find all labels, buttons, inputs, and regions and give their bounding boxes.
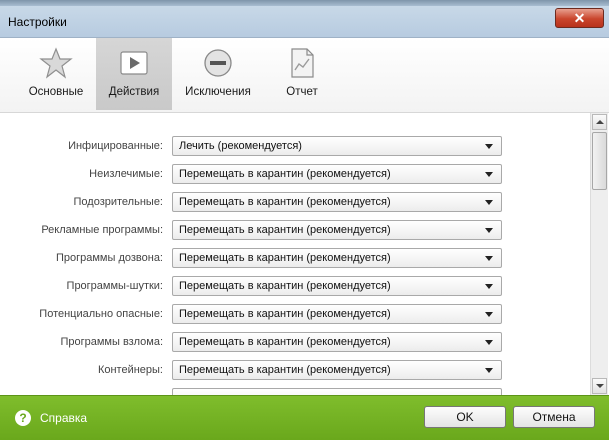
dropdown-arrow-icon xyxy=(485,368,493,373)
action-label: Программы дозвона: xyxy=(55,252,163,264)
action-row-hacktools: Программы взлома: Перемещать в карантин … xyxy=(8,331,589,355)
action-label: Программы взлома: xyxy=(60,336,163,348)
dialog-footer: ? Справка OK Отмена xyxy=(0,395,609,440)
action-label: Программы-шутки: xyxy=(66,280,163,292)
tab-exclusions[interactable]: Исключения xyxy=(178,38,258,110)
dropdown-arrow-icon xyxy=(485,200,493,205)
select-value: Перемещать в карантин (рекомендуется) xyxy=(179,252,391,264)
select-value: Перемещать в карантин (рекомендуется) xyxy=(179,280,391,292)
minus-circle-icon xyxy=(204,49,232,77)
action-label: Рекламные программы: xyxy=(41,224,163,236)
select-value: Перемещать в карантин (рекомендуется) xyxy=(179,168,391,180)
close-button[interactable]: ✕ xyxy=(555,8,604,28)
action-row-infected: Инфицированные: Лечить (рекомендуется) xyxy=(8,135,589,159)
cancel-button[interactable]: Отмена xyxy=(513,406,595,428)
ok-button[interactable]: OK xyxy=(424,406,506,428)
action-select-infected[interactable]: Лечить (рекомендуется) xyxy=(172,136,502,156)
action-select-containers[interactable]: Перемещать в карантин (рекомендуется) xyxy=(172,360,502,380)
action-row-containers: Контейнеры: Перемещать в карантин (реком… xyxy=(8,359,589,383)
action-row-suspicious: Подозрительные: Перемещать в карантин (р… xyxy=(8,191,589,215)
select-value: Лечить (рекомендуется) xyxy=(179,140,302,152)
action-label: Потенциально опасные: xyxy=(39,308,163,320)
actions-panel: Инфицированные: Лечить (рекомендуется) Н… xyxy=(8,113,589,395)
play-icon xyxy=(120,51,148,75)
action-row-jokes: Программы-шутки: Перемещать в карантин (… xyxy=(8,275,589,299)
action-select-hacktools[interactable]: Перемещать в карантин (рекомендуется) xyxy=(172,332,502,352)
tab-label: Основные xyxy=(28,86,84,98)
arrow-up-icon xyxy=(596,120,604,124)
help-icon[interactable]: ? xyxy=(15,410,31,426)
action-label: Инфицированные: xyxy=(68,140,163,152)
scroll-thumb[interactable] xyxy=(592,132,607,190)
action-row-incurable: Неизлечимые: Перемещать в карантин (реко… xyxy=(8,163,589,187)
arrow-down-icon xyxy=(596,384,604,388)
dropdown-arrow-icon xyxy=(485,312,493,317)
report-icon xyxy=(291,48,314,78)
window-title: Настройки xyxy=(8,15,67,29)
settings-toolbar: Основные Действия Исключения Отчет xyxy=(0,38,609,113)
action-select-riskware[interactable]: Перемещать в карантин (рекомендуется) xyxy=(172,304,502,324)
action-select-incurable[interactable]: Перемещать в карантин (рекомендуется) xyxy=(172,164,502,184)
action-select-partial[interactable] xyxy=(172,388,502,395)
dropdown-arrow-icon xyxy=(485,172,493,177)
help-link[interactable]: Справка xyxy=(40,411,87,425)
action-row-partial xyxy=(8,387,589,395)
dropdown-arrow-icon xyxy=(485,284,493,289)
title-bar: Настройки ✕ xyxy=(0,0,609,38)
action-select-adware[interactable]: Перемещать в карантин (рекомендуется) xyxy=(172,220,502,240)
dropdown-arrow-icon xyxy=(485,340,493,345)
tab-label: Отчет xyxy=(286,86,318,98)
dropdown-arrow-icon xyxy=(485,228,493,233)
select-value: Перемещать в карантин (рекомендуется) xyxy=(179,224,391,236)
vertical-scrollbar[interactable] xyxy=(590,113,608,395)
scroll-up-button[interactable] xyxy=(592,114,607,130)
select-value: Перемещать в карантин (рекомендуется) xyxy=(179,364,391,376)
action-row-adware: Рекламные программы: Перемещать в карант… xyxy=(8,219,589,243)
action-row-dialers: Программы дозвона: Перемещать в карантин… xyxy=(8,247,589,271)
action-label: Контейнеры: xyxy=(97,364,163,376)
action-select-jokes[interactable]: Перемещать в карантин (рекомендуется) xyxy=(172,276,502,296)
tab-general[interactable]: Основные xyxy=(18,38,94,110)
dropdown-arrow-icon xyxy=(485,144,493,149)
action-row-riskware: Потенциально опасные: Перемещать в каран… xyxy=(8,303,589,327)
select-value: Перемещать в карантин (рекомендуется) xyxy=(179,308,391,320)
select-value: Перемещать в карантин (рекомендуется) xyxy=(179,336,391,348)
scroll-down-button[interactable] xyxy=(592,378,607,394)
tab-label: Действия xyxy=(108,86,160,98)
select-value: Перемещать в карантин (рекомендуется) xyxy=(179,196,391,208)
tab-report[interactable]: Отчет xyxy=(266,38,338,110)
star-icon xyxy=(39,47,73,79)
tab-label: Исключения xyxy=(185,86,251,98)
title-bar-strip xyxy=(0,0,609,6)
action-select-suspicious[interactable]: Перемещать в карантин (рекомендуется) xyxy=(172,192,502,212)
action-label: Неизлечимые: xyxy=(89,168,163,180)
action-label: Подозрительные: xyxy=(73,196,163,208)
tab-actions[interactable]: Действия xyxy=(96,38,172,110)
action-select-dialers[interactable]: Перемещать в карантин (рекомендуется) xyxy=(172,248,502,268)
dropdown-arrow-icon xyxy=(485,256,493,261)
